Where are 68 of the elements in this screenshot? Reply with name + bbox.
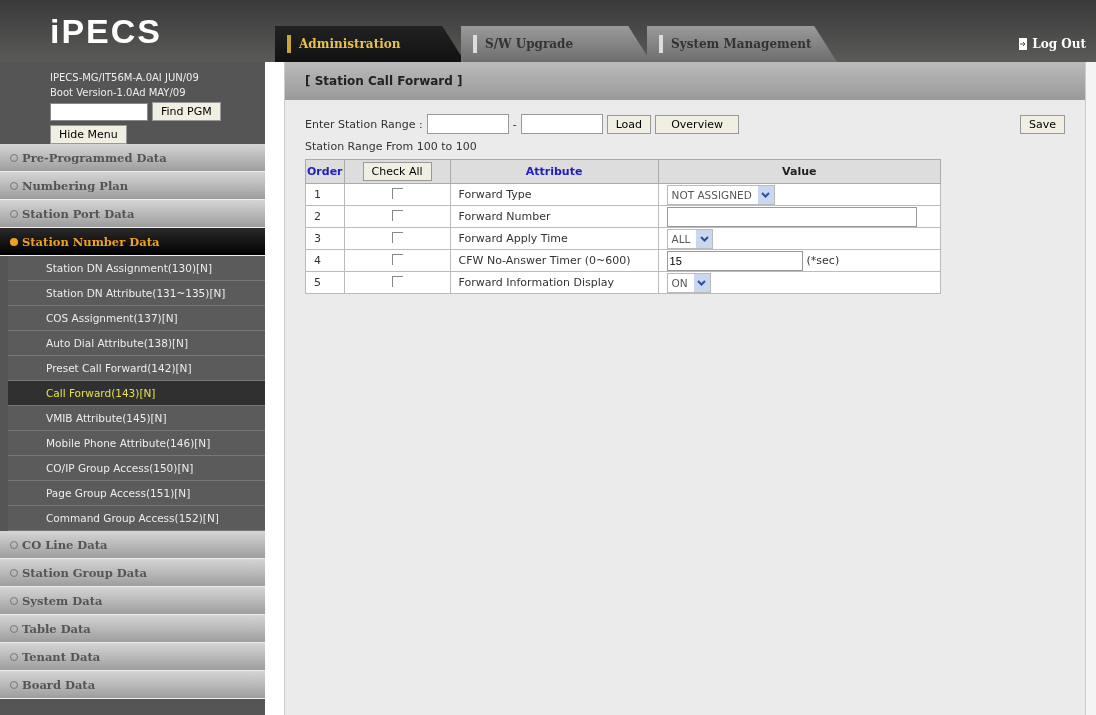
- exit-door-icon: [1018, 37, 1029, 51]
- range-label: Enter Station Range :: [305, 117, 423, 131]
- menu-section[interactable]: Station Group Data: [0, 559, 265, 587]
- check-all-button[interactable]: Check All: [362, 162, 432, 181]
- order-cell: 1: [305, 183, 345, 206]
- range-end-field[interactable]: [520, 114, 603, 134]
- menu-section[interactable]: CO Line Data: [0, 531, 265, 559]
- menu-item[interactable]: Mobile Phone Attribute(146)[N]: [8, 431, 265, 456]
- nav-tab[interactable]: System Management: [647, 26, 837, 62]
- menu-item[interactable]: Station DN Attribute(131~135)[N]: [8, 281, 265, 306]
- menu-item[interactable]: Call Forward(143)[N]: [8, 381, 265, 406]
- value-field[interactable]: 15: [666, 250, 803, 271]
- menu-section[interactable]: Table Data: [0, 615, 265, 643]
- menu-section[interactable]: Station Port Data: [0, 200, 265, 228]
- chevron-down-icon: [699, 235, 709, 242]
- attribute-cell: Forward Type: [450, 183, 659, 206]
- unit-label: (*sec): [806, 254, 840, 267]
- version-text: IPECS-MG/IT56M-A.0AI JUN/09: [50, 72, 200, 83]
- checkbox[interactable]: [391, 187, 403, 199]
- column-header: Order: [305, 159, 345, 184]
- attribute-cell: Forward Apply Time: [450, 227, 659, 250]
- menu-item[interactable]: CO/IP Group Access(150)[N]: [8, 456, 265, 481]
- chevron-down-icon: [697, 279, 707, 286]
- checkbox[interactable]: [391, 275, 403, 287]
- save-button[interactable]: Save: [1020, 114, 1065, 134]
- menu-item[interactable]: COS Assignment(137)[N]: [8, 306, 265, 331]
- attribute-cell: Forward Information Display: [450, 271, 659, 294]
- checkbox[interactable]: [391, 209, 403, 221]
- hide-menu-button[interactable]: Hide Menu: [50, 125, 127, 144]
- version-text: Boot Version-1.0Ad MAY/09: [50, 87, 187, 98]
- chevron-down-icon: [761, 191, 771, 198]
- logout-link[interactable]: Log Out: [1018, 26, 1086, 62]
- range-info: Station Range From 100 to 100: [305, 140, 478, 153]
- menu-section[interactable]: Board Data: [0, 671, 265, 699]
- load-button[interactable]: Load: [606, 114, 652, 134]
- menu-section[interactable]: Pre-Programmed Data: [0, 144, 265, 172]
- attribute-cell: Forward Number: [450, 205, 659, 228]
- checkbox[interactable]: [391, 253, 403, 265]
- menu-item[interactable]: Preset Call Forward(142)[N]: [8, 356, 265, 381]
- menu-item[interactable]: Page Group Access(151)[N]: [8, 481, 265, 506]
- menu-item[interactable]: Auto Dial Attribute(138)[N]: [8, 331, 265, 356]
- order-cell: 2: [305, 205, 345, 228]
- order-cell: 4: [305, 249, 345, 272]
- menu-item[interactable]: VMIB Attribute(145)[N]: [8, 406, 265, 431]
- menu-section[interactable]: Station Number Data: [0, 228, 265, 256]
- value-dropdown[interactable]: ON: [666, 272, 711, 293]
- order-cell: 3: [305, 227, 345, 250]
- checkbox[interactable]: [391, 231, 403, 243]
- menu-section[interactable]: Numbering Plan: [0, 172, 265, 200]
- menu-item[interactable]: Command Group Access(152)[N]: [8, 506, 265, 531]
- program-field[interactable]: [50, 102, 148, 121]
- value-dropdown[interactable]: ALL: [666, 228, 714, 249]
- scrollbar[interactable]: [1085, 62, 1096, 715]
- menu-section[interactable]: System Data: [0, 587, 265, 615]
- range-start-field[interactable]: [426, 114, 509, 134]
- value-field[interactable]: [666, 206, 917, 227]
- value-dropdown[interactable]: NOT ASSIGNED: [666, 184, 775, 205]
- column-header: Value: [658, 159, 941, 184]
- attribute-cell: CFW No-Answer Timer (0~600): [450, 249, 659, 272]
- ipecs-logo: iPECS: [49, 10, 164, 52]
- column-header: Attribute: [450, 159, 659, 184]
- overview-button[interactable]: Overview: [655, 114, 740, 134]
- page-title: [ Station Call Forward ]: [285, 62, 1085, 100]
- range-separator: -: [512, 117, 517, 131]
- menu-item[interactable]: Station DN Assignment(130)[N]: [8, 256, 265, 281]
- menu-section[interactable]: Tenant Data: [0, 643, 265, 671]
- order-cell: 5: [305, 271, 345, 294]
- find-pgm-button[interactable]: Find PGM: [152, 102, 221, 121]
